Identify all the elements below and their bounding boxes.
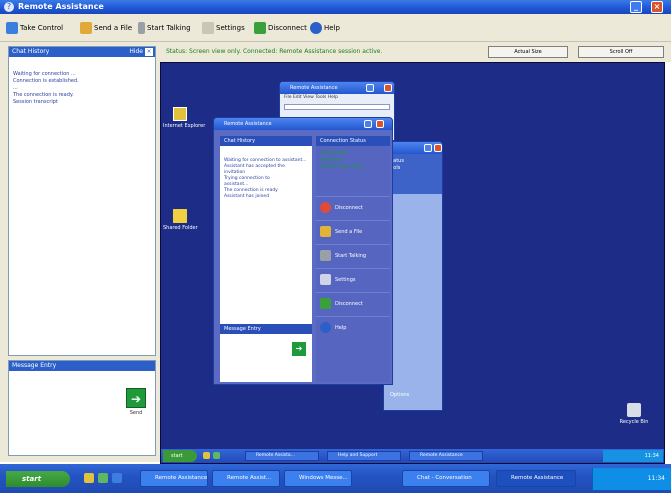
settings-icon (320, 274, 331, 285)
desktop-icon-label: Shared Folder (163, 225, 198, 231)
remote-settings-action[interactable]: Settings (316, 268, 390, 290)
chat-line: ... (13, 85, 18, 91)
disconnect-button[interactable]: Disconnect (254, 20, 307, 36)
taskbar-button[interactable]: Chat - Conversation (402, 470, 490, 487)
status-strip: Status: Screen view only. Connected: Rem… (160, 42, 671, 62)
start-button[interactable]: start (6, 471, 70, 487)
remote-ra-window[interactable]: Remote Assistance Chat History Waiting f… (213, 117, 393, 385)
send-button[interactable]: ➔ (126, 388, 146, 408)
remote-assistance-icon: ? (4, 2, 14, 12)
taskbar-button[interactable]: Windows Messe... (284, 470, 352, 487)
connection-status-head: Connection Status (316, 136, 390, 146)
remote-send-icon[interactable]: ➔ (292, 342, 306, 356)
minimize-icon[interactable] (366, 84, 374, 92)
close-icon[interactable] (384, 84, 392, 92)
remote-desktop-view[interactable]: Internet Explorer Shared Folder Recycle … (160, 62, 665, 464)
remote-talk-action[interactable]: Start Talking (316, 244, 390, 266)
message-entry-header: Message Entry (9, 361, 155, 371)
microphone-icon (138, 22, 145, 34)
desktop-icon-label: Internet Explorer (163, 123, 206, 129)
desktop-icon-label: Recycle Bin (619, 419, 649, 425)
folder-icon[interactable] (173, 209, 187, 223)
internet-explorer-icon[interactable] (173, 107, 187, 121)
close-icon[interactable] (434, 144, 442, 152)
remote-message-entry[interactable]: Message Entry ➔ (220, 324, 312, 382)
chat-history-header: Chat History Hide × (9, 47, 155, 57)
options-label: Options (390, 392, 410, 398)
taskbar: start Remote Assistance Remote Assist...… (0, 464, 671, 493)
quick-launch-icon[interactable] (203, 452, 210, 459)
minimize-icon[interactable] (424, 144, 432, 152)
messenger-input[interactable] (284, 104, 390, 110)
microphone-icon (320, 250, 331, 261)
chat-line: The connection is ready. (13, 92, 74, 98)
taskbar-button[interactable]: Remote Assist... (212, 470, 280, 487)
take-control-icon (6, 22, 18, 34)
taskbar-button[interactable]: Remote Assistance (140, 470, 208, 487)
disconnect-icon (254, 22, 266, 34)
toolbar: Take Control Send a File Start Talking S… (0, 14, 671, 42)
send-file-icon (80, 22, 92, 34)
close-button[interactable]: × (651, 1, 663, 13)
remote-task-button[interactable]: Remote Assista... (245, 451, 319, 461)
recycle-bin-icon[interactable] (627, 403, 641, 417)
status-text: Status: Screen view only. Connected: Rem… (166, 48, 383, 55)
actual-size-button[interactable]: Actual Size (488, 46, 568, 58)
quick-launch-icon[interactable] (213, 452, 220, 459)
close-icon[interactable] (376, 120, 384, 128)
system-tray-clock: 11:34 (592, 468, 671, 490)
hide-chat-link[interactable]: Hide (129, 47, 143, 57)
chat-line: Waiting for connection ... (13, 71, 76, 77)
remote-taskbar: start Remote Assista... Help and Support… (161, 449, 664, 463)
remote-disconnect-action[interactable]: Disconnect (316, 292, 390, 314)
remote-start-button[interactable]: start (163, 450, 197, 462)
close-chat-icon[interactable]: × (145, 48, 153, 56)
stop-icon (320, 202, 331, 213)
chat-panel: Chat History Hide × Waiting for connecti… (0, 42, 160, 462)
settings-button[interactable]: Settings (202, 20, 245, 36)
disconnect-icon (320, 298, 331, 309)
messenger-menu[interactable]: File Edit View Tools Help (280, 94, 394, 102)
messenger-window-title: Remote Assistance (280, 82, 394, 94)
settings-icon (202, 22, 214, 34)
remote-message-head: Message Entry (220, 324, 312, 334)
remote-take-control-action[interactable]: Disconnect (316, 196, 390, 218)
remote-clock: 11:34 (603, 450, 663, 462)
start-talking-button[interactable]: Start Talking (138, 20, 191, 36)
send-file-icon (320, 226, 331, 237)
help-button[interactable]: Help (310, 20, 340, 36)
remote-task-button[interactable]: Remote Assistance (409, 451, 483, 461)
minimize-button[interactable]: _ (630, 1, 642, 13)
window-title: Remote Assistance (18, 2, 104, 11)
help-icon (310, 22, 322, 34)
remote-help-action[interactable]: Help (316, 316, 390, 338)
remote-chat-history: Chat History Waiting for connection to a… (220, 136, 312, 324)
take-control-button[interactable]: Take Control (6, 20, 63, 36)
remote-action-column: Connection Status Connected Assistant Sc… (316, 136, 390, 382)
remote-task-button[interactable]: Help and Support (327, 451, 401, 461)
show-desktop-icon[interactable] (84, 473, 94, 483)
remote-send-file-action[interactable]: Send a File (316, 220, 390, 242)
chat-history-box: Chat History Hide × Waiting for connecti… (8, 46, 156, 356)
quick-launch-icon[interactable] (98, 473, 108, 483)
remote-chat-head: Chat History (220, 136, 312, 146)
taskbar-button-active[interactable]: Remote Assistance (496, 470, 576, 487)
send-file-button[interactable]: Send a File (80, 20, 132, 36)
help-icon (320, 322, 331, 333)
scroll-button[interactable]: Scroll Off (578, 46, 664, 58)
chat-line: Connection is established. (13, 78, 79, 84)
send-label: Send (129, 410, 143, 416)
chat-line: Session transcript (13, 99, 58, 105)
minimize-icon[interactable] (364, 120, 372, 128)
title-bar: ? Remote Assistance _ × (0, 0, 671, 14)
quick-launch-icon[interactable] (112, 473, 122, 483)
